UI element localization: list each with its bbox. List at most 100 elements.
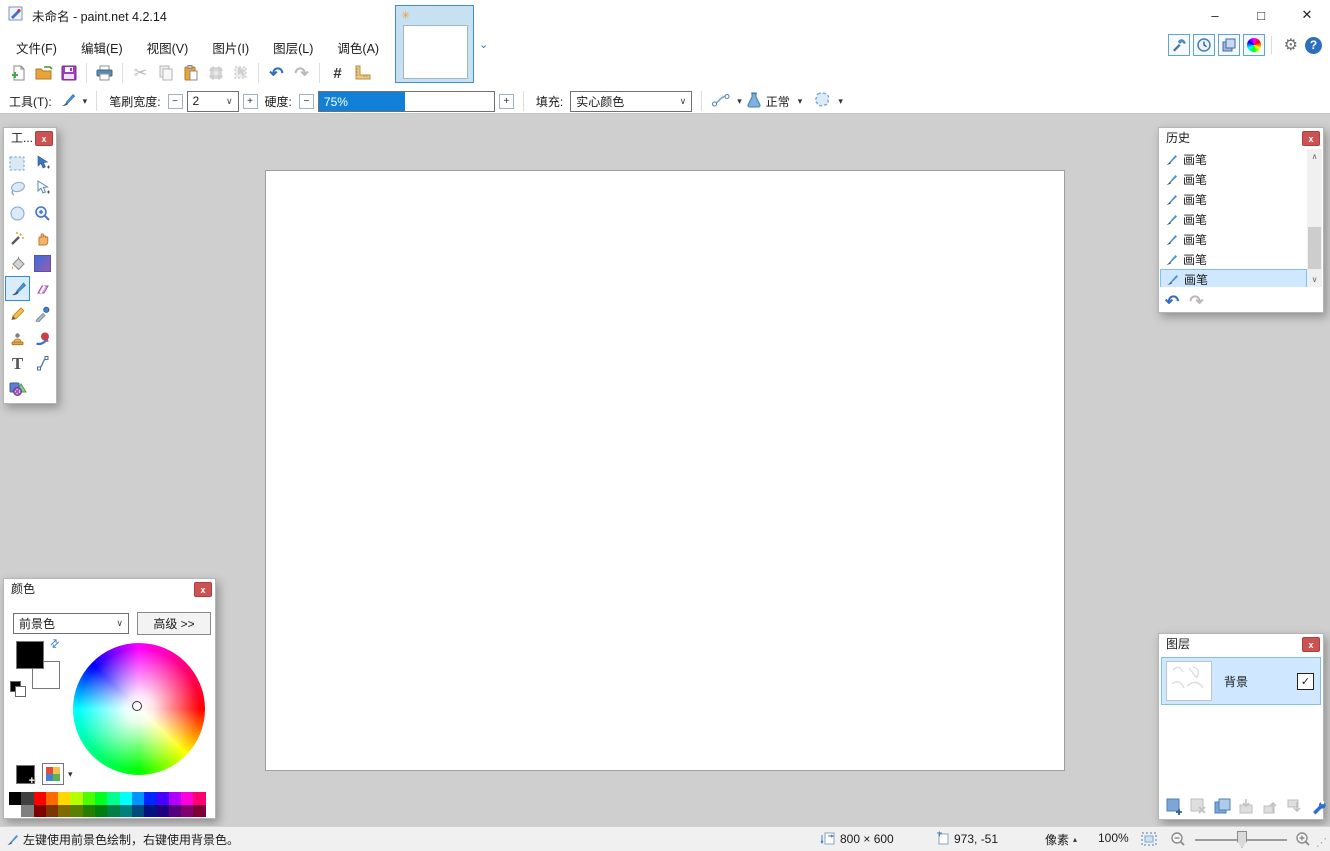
layers-panel-close-button[interactable]: x <box>1302 637 1320 652</box>
history-item[interactable]: 画笔 <box>1160 189 1307 209</box>
palette-swatch[interactable] <box>70 792 82 805</box>
minimize-button[interactable]: – <box>1192 0 1238 30</box>
palette-swatch[interactable] <box>34 805 46 818</box>
palette-swatch[interactable] <box>181 792 193 805</box>
brush-width-increase-button[interactable]: + <box>243 94 258 109</box>
units-combo[interactable]: 像素 ▴ <box>1045 831 1077 848</box>
drawing-canvas[interactable] <box>265 170 1065 771</box>
palette-swatch[interactable] <box>157 792 169 805</box>
palette-swatch[interactable] <box>46 792 58 805</box>
layer-properties-button[interactable] <box>1309 798 1328 815</box>
close-button[interactable]: ✕ <box>1284 0 1330 30</box>
history-item-selected[interactable]: 画笔 <box>1160 269 1307 287</box>
colors-panel-toggle[interactable] <box>1243 34 1265 56</box>
crop-to-selection-button[interactable] <box>203 60 228 86</box>
scrollbar-thumb[interactable] <box>1308 227 1321 269</box>
antialiasing-icon[interactable] <box>711 92 731 111</box>
history-item[interactable]: 画笔 <box>1160 229 1307 249</box>
tool-recolor[interactable] <box>30 326 55 351</box>
tool-dropdown-arrow[interactable]: ▾ <box>83 96 88 107</box>
tool-shapes[interactable] <box>5 376 30 401</box>
current-tool-brush-icon[interactable] <box>59 91 77 112</box>
color-wheel[interactable] <box>73 643 205 775</box>
history-item[interactable]: 画笔 <box>1160 149 1307 169</box>
palette-swatch[interactable] <box>21 805 33 818</box>
history-redo-button[interactable]: ↷ <box>1189 293 1203 310</box>
palette-swatch[interactable] <box>9 805 21 818</box>
palette-swatch[interactable] <box>21 792 33 805</box>
swap-colors-icon[interactable]: ⇄ <box>47 636 63 652</box>
tools-panel-toggle[interactable] <box>1168 34 1190 56</box>
history-item[interactable]: 画笔 <box>1160 249 1307 269</box>
tools-panel-close-button[interactable]: x <box>35 131 53 146</box>
delete-layer-button[interactable] <box>1189 798 1208 815</box>
layers-panel-toggle[interactable] <box>1218 34 1240 56</box>
tool-ellipse-select[interactable] <box>5 201 30 226</box>
palette-swatch[interactable] <box>58 792 70 805</box>
tool-move-selection[interactable] <box>30 176 55 201</box>
open-file-button[interactable] <box>31 60 56 86</box>
zoom-slider-thumb[interactable] <box>1237 831 1247 848</box>
history-item[interactable]: 画笔 <box>1160 209 1307 229</box>
color-wheel-selector[interactable] <box>132 701 142 711</box>
tool-eraser[interactable] <box>30 276 55 301</box>
move-layer-down-button[interactable] <box>1285 798 1304 815</box>
image-tab[interactable]: ✳ <box>395 5 474 83</box>
foreground-color-swatch[interactable] <box>16 641 44 669</box>
palette-swatch[interactable] <box>107 792 119 805</box>
history-scrollbar[interactable]: ∧ ∨ <box>1307 149 1322 287</box>
move-layer-up-button[interactable] <box>1261 798 1280 815</box>
zoom-in-button[interactable] <box>1295 831 1311 847</box>
layer-row-selected[interactable]: 背景 ✓ <box>1161 657 1321 705</box>
merge-layer-down-button[interactable] <box>1237 798 1256 815</box>
brush-width-combo[interactable]: 2 ∨ <box>187 91 239 112</box>
palette-chooser-button[interactable] <box>42 763 64 785</box>
tool-paintbrush[interactable] <box>5 276 30 301</box>
palette-swatch[interactable] <box>144 792 156 805</box>
hardness-slider[interactable]: 75% <box>318 91 495 112</box>
history-panel-close-button[interactable]: x <box>1302 131 1320 146</box>
palette-swatch[interactable] <box>83 805 95 818</box>
settings-gear-icon[interactable]: ⚙ <box>1284 35 1298 55</box>
print-button[interactable] <box>92 60 117 86</box>
brush-width-decrease-button[interactable]: − <box>168 94 183 109</box>
palette-swatch[interactable] <box>144 805 156 818</box>
zoom-to-window-button[interactable] <box>1140 831 1158 847</box>
hardness-increase-button[interactable]: + <box>499 94 514 109</box>
palette-swatch[interactable] <box>70 805 82 818</box>
palette-swatch[interactable] <box>120 805 132 818</box>
tool-text[interactable]: T <box>5 351 30 376</box>
history-undo-button[interactable]: ↶ <box>1165 293 1179 310</box>
save-button[interactable] <box>56 60 81 86</box>
tool-pan[interactable] <box>30 226 55 251</box>
tool-paint-bucket[interactable] <box>5 251 30 276</box>
palette-chooser-arrow[interactable]: ▾ <box>68 769 73 780</box>
zoom-level-indicator[interactable]: 100% <box>1098 831 1129 845</box>
tool-zoom[interactable] <box>30 201 55 226</box>
selection-mode-dropdown-arrow[interactable]: ▾ <box>838 96 843 107</box>
antialiasing-dropdown-arrow[interactable]: ▾ <box>737 96 742 107</box>
selection-mode-icon[interactable] <box>812 91 832 112</box>
resize-grip[interactable]: ⋰ <box>1316 836 1328 849</box>
deselect-button[interactable] <box>228 60 253 86</box>
palette-swatch[interactable] <box>132 792 144 805</box>
tool-gradient[interactable] <box>30 251 55 276</box>
history-item[interactable]: 画笔 <box>1160 169 1307 189</box>
palette-swatch[interactable] <box>95 792 107 805</box>
ruler-toggle-button[interactable] <box>350 60 375 86</box>
palette-swatch[interactable] <box>169 792 181 805</box>
palette-swatch[interactable] <box>58 805 70 818</box>
palette-swatch[interactable] <box>132 805 144 818</box>
grid-toggle-button[interactable]: # <box>325 60 350 86</box>
paste-button[interactable] <box>178 60 203 86</box>
image-list-chevron[interactable]: ⌄ <box>479 38 488 51</box>
title-bar[interactable]: 未命名 - paint.net 4.2.14 – □ ✕ <box>0 0 1330 30</box>
colors-panel-close-button[interactable]: x <box>194 582 212 597</box>
tool-magic-wand[interactable] <box>5 226 30 251</box>
zoom-out-button[interactable] <box>1170 831 1186 847</box>
duplicate-layer-button[interactable] <box>1213 798 1232 815</box>
copy-button[interactable] <box>153 60 178 86</box>
palette-swatch[interactable] <box>193 792 205 805</box>
undo-button[interactable]: ↶ <box>264 60 289 86</box>
scroll-down-arrow[interactable]: ∨ <box>1307 272 1322 287</box>
